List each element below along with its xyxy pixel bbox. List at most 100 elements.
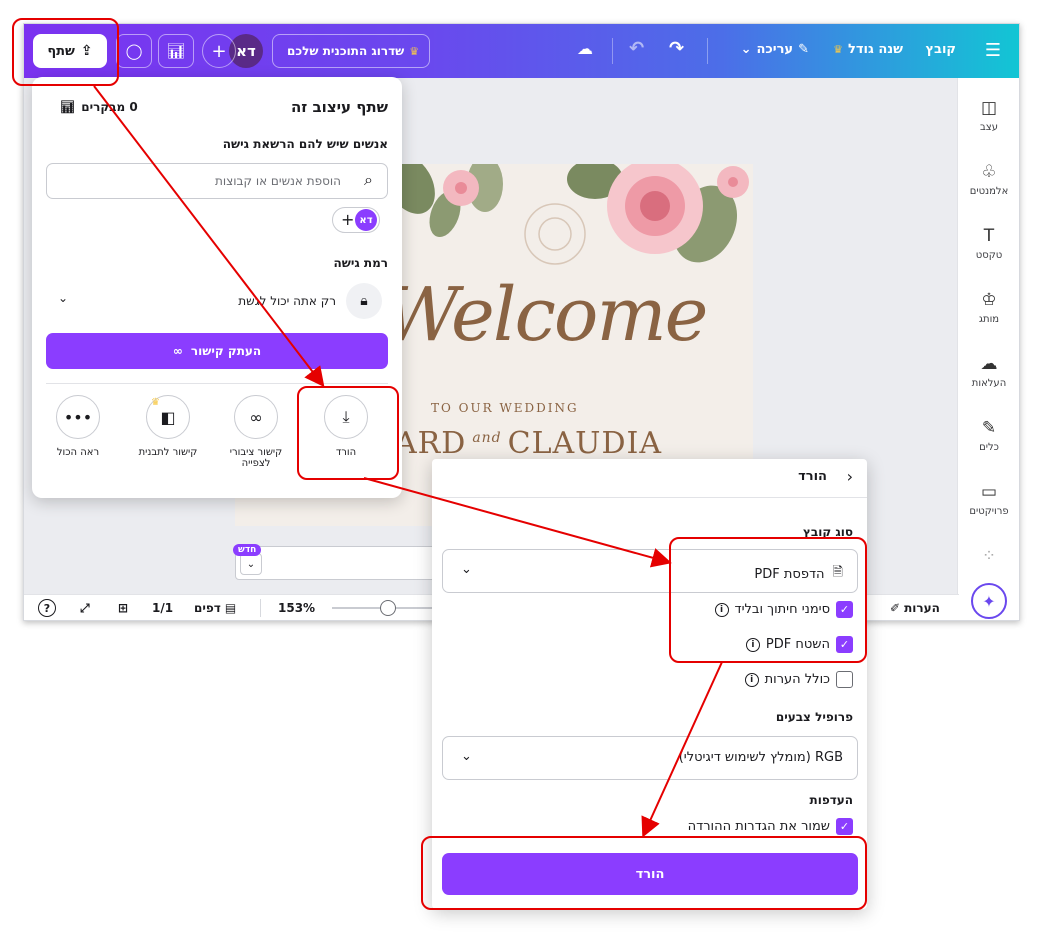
template-link-option[interactable]: ◧ קישור לתבנית <box>128 395 208 458</box>
color-profile-value: RGB (מומלץ לשימוש דיגיטלי) <box>678 750 843 765</box>
zoom-level: 153% <box>278 601 316 615</box>
lock-icon: 🔒︎ <box>346 283 382 319</box>
tools-icon: ✎ <box>981 418 997 438</box>
back-chevron-icon[interactable]: ‹ <box>847 467 853 486</box>
sidebar-item-text[interactable]: T טקסט <box>958 226 1019 261</box>
bar-chart-icon: 📊︎ <box>166 42 186 60</box>
download-panel-title: הורד <box>798 469 827 484</box>
add-collaborator-chip[interactable]: דא + <box>332 207 380 233</box>
copy-link-button[interactable]: העתק קישור ∞ <box>46 333 388 369</box>
copy-link-label: העתק קישור <box>190 344 262 358</box>
search-icon: ⌕ <box>364 170 373 189</box>
pages-label: דפים <box>194 601 221 615</box>
annotation-box-download-button <box>421 836 867 910</box>
fullscreen-icon[interactable]: ⤢ <box>80 601 90 616</box>
public-view-link-option[interactable]: ∞ קישור ציבורי לצפייה <box>216 395 296 469</box>
design-icon: ◫ <box>980 98 998 118</box>
upgrade-label: שדרוג התוכנית שלכם <box>287 44 405 58</box>
checkbox-checked-icon: ✓ <box>836 818 853 835</box>
annotation-box-share <box>12 18 119 86</box>
help-button[interactable]: ? <box>38 599 56 617</box>
viewers-count[interactable]: 0 מבקרים 📊︎ <box>60 100 138 114</box>
sidebar-item-projects[interactable]: ▭ פרויקטים <box>958 482 1019 517</box>
chevron-down-icon[interactable]: ⌄ <box>240 553 262 575</box>
more-icon: ••• <box>56 395 100 439</box>
chevron-down-icon: ⌄ <box>461 749 472 764</box>
sidebar-item-brand[interactable]: ♔ מותג <box>958 290 1019 325</box>
save-settings-checkbox[interactable]: ✓ שמור את הגדרות ההורדה <box>688 818 853 835</box>
plus-icon: + <box>341 210 355 229</box>
divider <box>707 38 708 64</box>
crown-icon: ♛ <box>409 44 420 58</box>
redo-icon[interactable]: ↷ <box>669 38 684 59</box>
sidebar-item-design[interactable]: ◫ עצב <box>958 98 1019 133</box>
include-notes-checkbox[interactable]: כולל הערות i <box>744 671 853 688</box>
chevron-down-icon: ⌄ <box>740 42 752 57</box>
add-collaborator-button[interactable]: + <box>202 34 236 68</box>
comments-button[interactable]: ◯ <box>116 34 152 68</box>
sidebar-item-apps[interactable]: ⁘ <box>958 546 1019 570</box>
annotation-box-download-option <box>297 386 399 480</box>
info-icon[interactable]: i <box>744 672 759 687</box>
comment-icon: ◯ <box>125 42 143 60</box>
add-people-input[interactable]: ⌕ הוספת אנשים או קבוצות <box>46 163 388 199</box>
preferences-label: העדפות <box>809 793 854 807</box>
see-all-option[interactable]: ••• ראה הכול <box>38 395 118 458</box>
brand-icon: ♔ <box>981 290 997 310</box>
divider <box>432 497 867 498</box>
top-bar: ☰ קובץ ♛ שנה גודל ⌄ עריכה ✎ ↷ ↶ ☁ שדרוג … <box>24 24 1019 78</box>
edit-label: עריכה <box>756 42 794 57</box>
grid-view-icon[interactable]: ⊞ <box>118 601 128 615</box>
design-welcome-text[interactable]: Welcome <box>383 272 708 358</box>
link-icon: ∞ <box>172 344 183 358</box>
pages-strip[interactable]: ⌄ <box>235 546 455 580</box>
access-level-value[interactable]: רק אתה יכול לגשת <box>238 294 336 308</box>
chevron-down-icon[interactable]: ⌄ <box>58 291 68 305</box>
sidebar-item-uploads[interactable]: ☁ העלאות <box>958 354 1019 389</box>
color-profile-select[interactable]: RGB (מומלץ לשימוש דיגיטלי) ⌄ <box>442 736 858 780</box>
people-access-label: אנשים שיש להם הרשאת גישה <box>222 137 388 151</box>
checkbox-unchecked-icon <box>836 671 853 688</box>
crown-icon: ♛ <box>151 397 160 408</box>
sidebar-item-tools[interactable]: ✎ כלים <box>958 418 1019 453</box>
right-sidebar: ◫ עצב ♧ אלמנטים T טקסט ♔ מותג ☁ העלאות ✎ כלים … <box>957 78 1019 620</box>
search-placeholder: הוספת אנשים או קבוצות <box>215 174 341 188</box>
pages-icon: ▤ <box>224 601 237 615</box>
sidebar-item-elements[interactable]: ♧ אלמנטים <box>958 162 1019 197</box>
menu-icon[interactable]: ☰ <box>985 40 1001 61</box>
design-names-text[interactable]: ARD and CLAUDIA <box>395 426 662 461</box>
file-menu[interactable]: קובץ <box>925 42 956 57</box>
magic-sparkle-button[interactable]: ✦ <box>971 583 1007 619</box>
chevron-down-icon: ⌄ <box>461 562 472 577</box>
zoom-slider-handle[interactable] <box>380 600 396 616</box>
notes-label: הערות <box>904 601 940 615</box>
crown-icon: ♛ <box>833 43 844 56</box>
design-subtitle-text[interactable]: TO OUR WEDDING <box>431 401 579 415</box>
cloud-saved-icon[interactable]: ☁ <box>577 39 593 58</box>
edit-menu[interactable]: ⌄ עריכה ✎ <box>741 42 809 57</box>
insights-button[interactable]: 📊︎ <box>158 34 194 68</box>
pencil-icon: ✎ <box>798 42 809 57</box>
apps-icon: ⁘ <box>981 546 997 566</box>
resize-button[interactable]: ♛ שנה גודל <box>833 42 903 57</box>
resize-label: שנה גודל <box>848 42 903 57</box>
elements-icon: ♧ <box>981 162 997 182</box>
bar-chart-icon: 📊︎ <box>60 100 76 114</box>
annotation-box-file-type <box>669 537 867 663</box>
folder-icon: ▭ <box>980 482 998 502</box>
undo-icon[interactable]: ↶ <box>629 38 644 59</box>
notes-button[interactable]: ✐ הערות <box>890 601 940 615</box>
upgrade-button[interactable]: שדרוג התוכנית שלכם ♛ <box>272 34 430 68</box>
link-icon: ∞ <box>234 395 278 439</box>
divider <box>46 383 388 384</box>
text-icon: T <box>983 226 995 246</box>
page-count: 1/1 <box>152 601 174 615</box>
access-level-label: רמת גישה <box>333 256 388 270</box>
color-profile-label: פרופיל צבעים <box>775 710 853 724</box>
share-panel-title: שתף עיצוב זה <box>291 98 388 116</box>
mini-avatar: דא <box>355 209 377 231</box>
new-badge: חדש <box>233 544 262 556</box>
upload-cloud-icon: ☁ <box>980 354 998 374</box>
pages-button[interactable]: דפים ▤ <box>194 601 236 615</box>
sparkle-icon: ✦ <box>982 591 996 611</box>
